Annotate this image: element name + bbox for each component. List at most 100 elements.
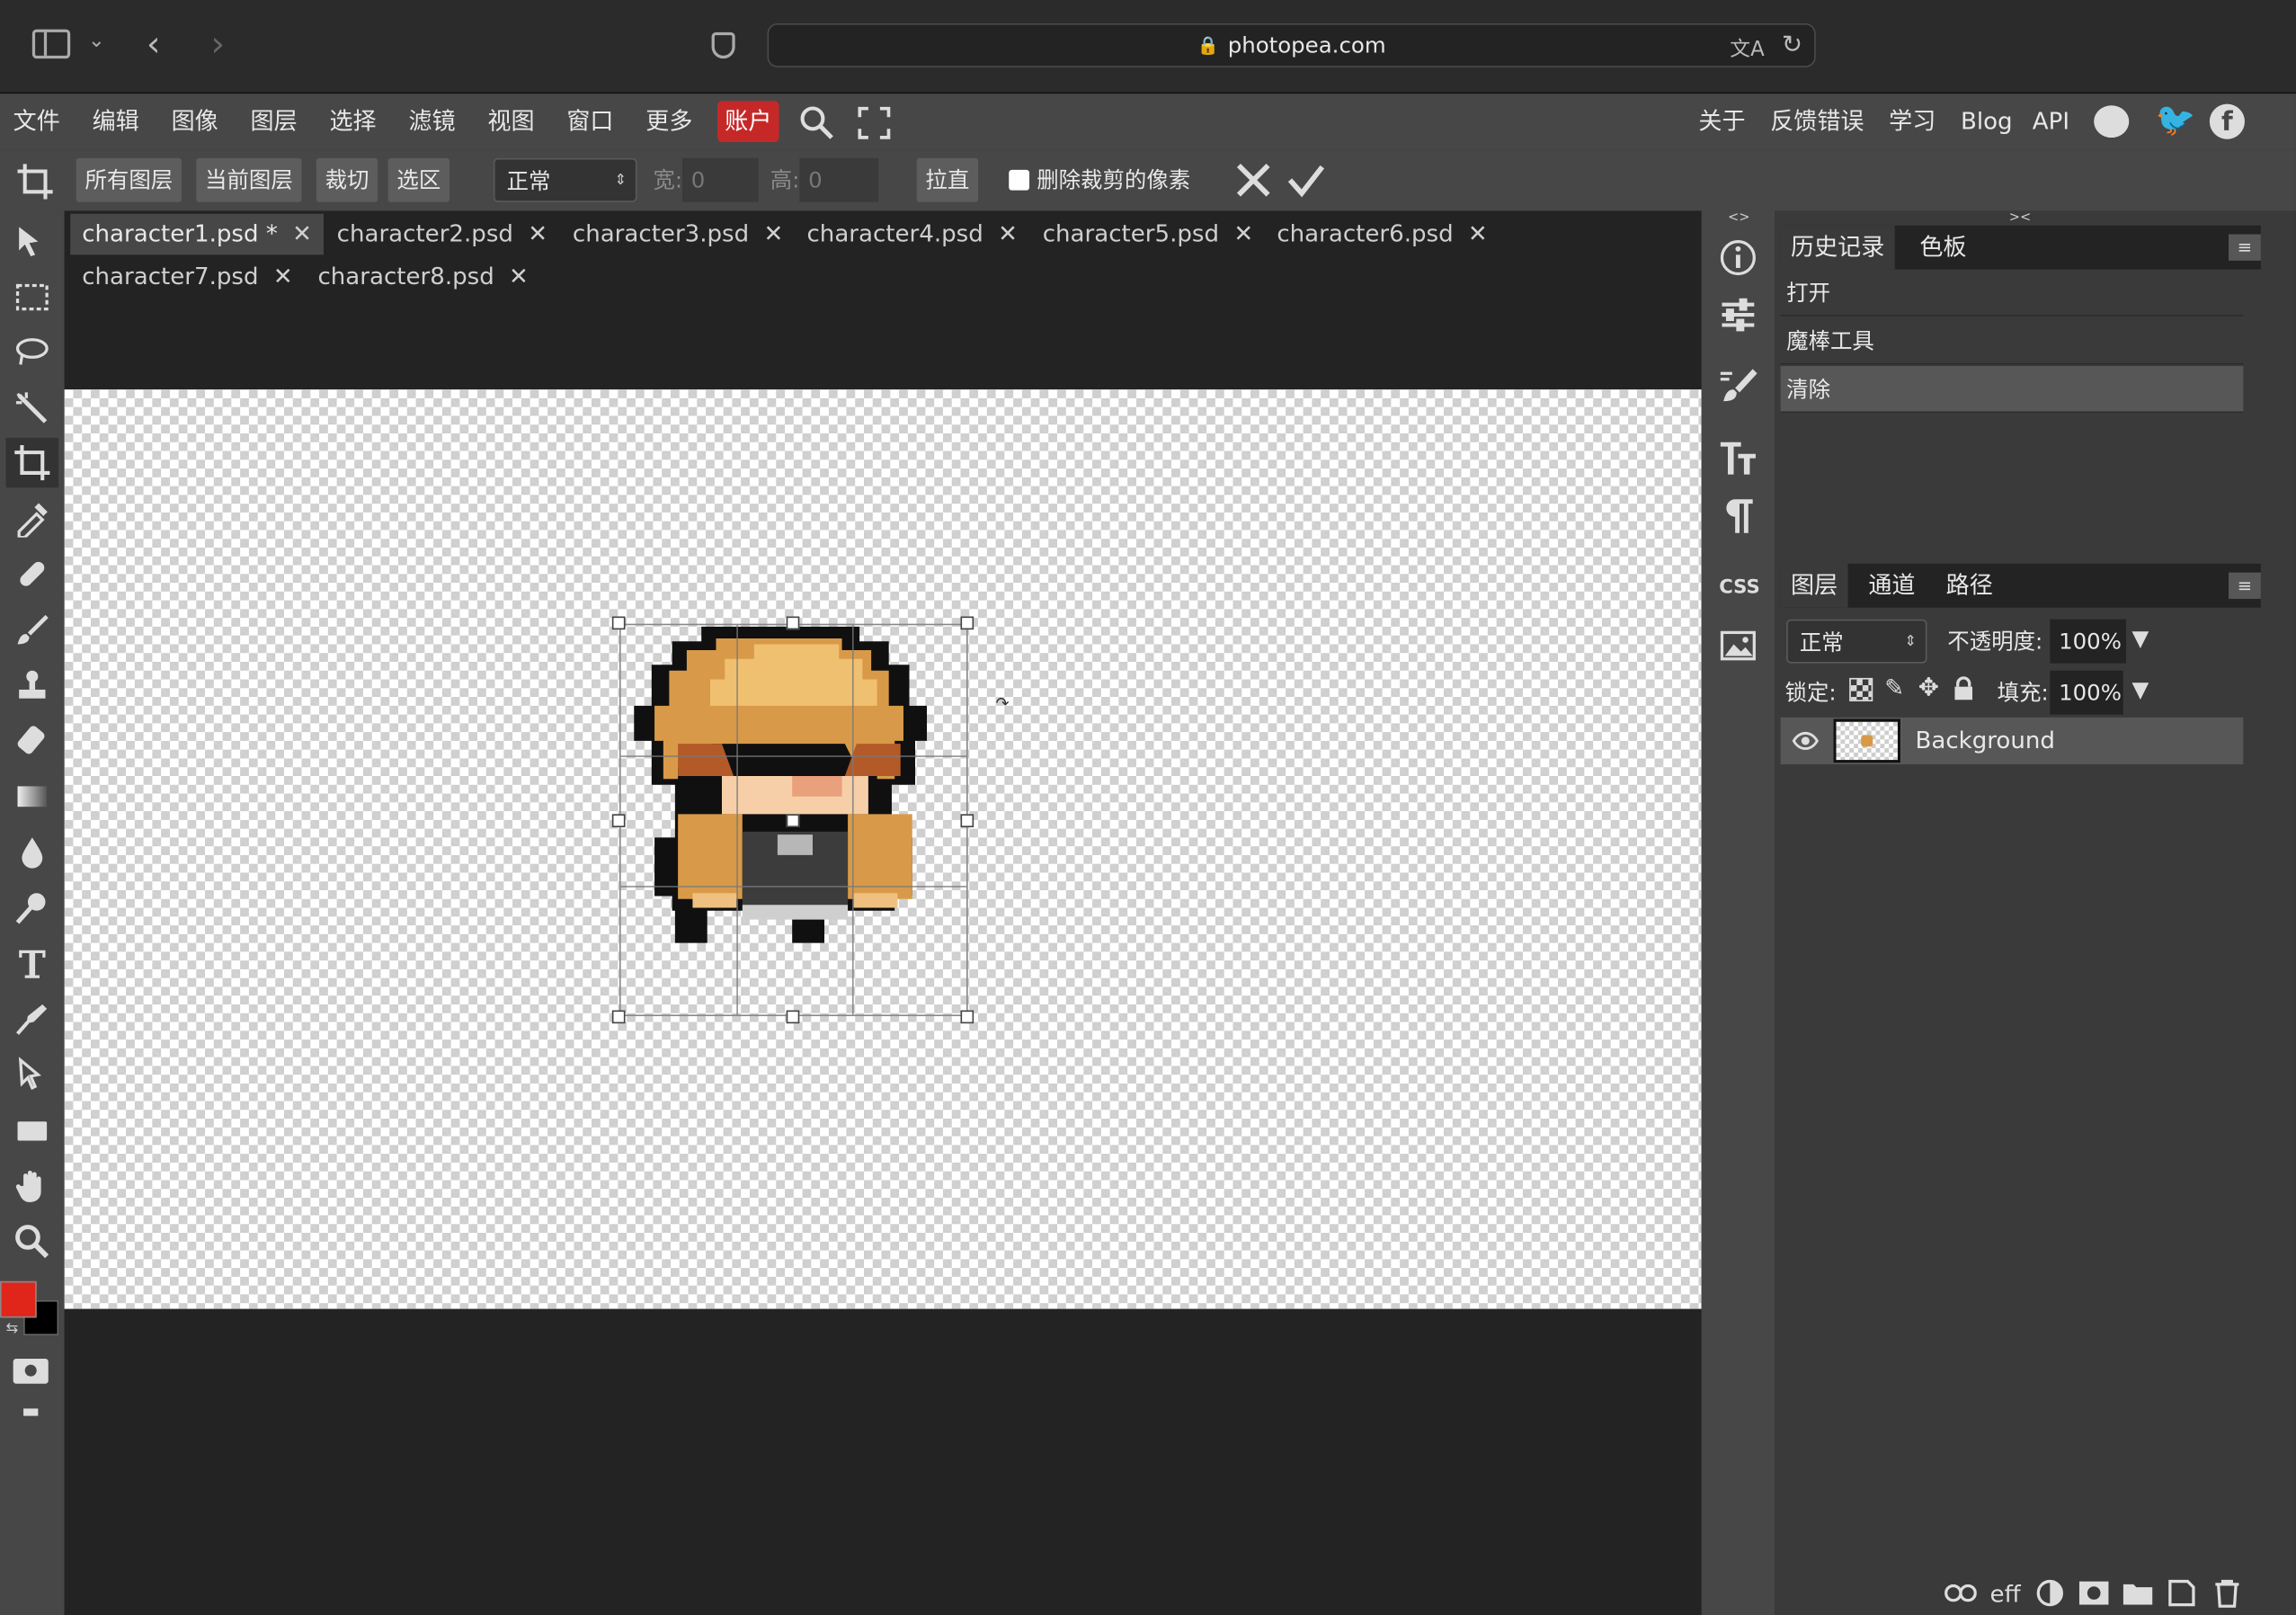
path-selection-tool-icon[interactable]: [6, 1049, 59, 1099]
tab-channels[interactable]: 通道: [1858, 564, 1926, 608]
history-item-magic-wand[interactable]: 魔棒工具: [1780, 317, 2244, 365]
history-item-open[interactable]: 打开: [1780, 270, 2244, 317]
tab-character1[interactable]: character1.psd * ✕: [70, 213, 325, 255]
tab-history[interactable]: 历史记录: [1780, 225, 1895, 270]
quick-mask-icon[interactable]: [13, 1359, 49, 1384]
menu-filter[interactable]: 滤镜: [408, 94, 455, 149]
type-tool-icon[interactable]: [6, 939, 59, 988]
translate-icon[interactable]: 文A: [1730, 33, 1764, 63]
css-icon[interactable]: CSS: [1719, 577, 1760, 599]
trim-button[interactable]: 裁切: [316, 157, 378, 202]
history-item-clear[interactable]: 清除: [1780, 366, 2244, 414]
image-icon[interactable]: [1716, 624, 1760, 668]
delete-layer-icon[interactable]: [2214, 1575, 2240, 1611]
twitter-icon[interactable]: 🐦: [2156, 103, 2196, 139]
chevron-down-icon[interactable]: ⌄: [88, 30, 105, 53]
move-tool-icon[interactable]: [6, 217, 59, 266]
tab-character3[interactable]: character3.psd ✕: [561, 214, 796, 255]
tab-character7[interactable]: character7.psd ✕: [70, 256, 305, 298]
forward-icon[interactable]: ›: [211, 23, 226, 65]
brush-settings-icon[interactable]: [1716, 363, 1760, 407]
sidebar-toggle-icon[interactable]: [31, 29, 71, 59]
lock-transparency-icon[interactable]: [1849, 677, 1873, 701]
crop-handle[interactable]: [960, 814, 974, 827]
crop-mode-select[interactable]: 正常 ⇕: [493, 157, 637, 202]
reload-icon[interactable]: ↻: [1782, 31, 1802, 60]
menu-learn[interactable]: 学习: [1889, 94, 1936, 149]
tab-character8[interactable]: character8.psd ✕: [306, 256, 540, 298]
blur-tool-icon[interactable]: [6, 827, 59, 877]
gradient-tool-icon[interactable]: [6, 772, 59, 821]
menu-about[interactable]: 关于: [1698, 94, 1745, 149]
menu-more[interactable]: 更多: [645, 94, 692, 149]
search-icon[interactable]: [799, 105, 834, 140]
close-icon[interactable]: ✕: [998, 219, 1018, 247]
magic-wand-tool-icon[interactable]: [6, 384, 59, 433]
info-icon[interactable]: [1716, 236, 1760, 280]
cancel-crop-icon[interactable]: [1236, 163, 1271, 198]
panel-menu-icon[interactable]: ≡: [2229, 234, 2261, 261]
clone-stamp-tool-icon[interactable]: [6, 660, 59, 709]
crop-tool-icon[interactable]: [5, 437, 59, 488]
folder-icon[interactable]: [2122, 1575, 2153, 1611]
tab-swatches[interactable]: 色板: [1909, 226, 1977, 270]
lock-all-icon[interactable]: [1953, 676, 1974, 700]
healing-brush-tool-icon[interactable]: [6, 549, 59, 599]
menu-window[interactable]: 窗口: [566, 94, 613, 149]
character-panel-icon[interactable]: [1716, 436, 1760, 480]
eraser-tool-icon[interactable]: [6, 716, 59, 765]
commit-crop-icon[interactable]: [1287, 163, 1325, 198]
adjustments-icon[interactable]: [1716, 293, 1760, 337]
height-input[interactable]: 0: [799, 157, 879, 202]
tab-character2[interactable]: character2.psd ✕: [325, 214, 560, 255]
link-layers-icon[interactable]: [1944, 1575, 1977, 1611]
menu-layer[interactable]: 图层: [251, 94, 298, 149]
rectangle-tool-icon[interactable]: [6, 1105, 59, 1155]
menu-view[interactable]: 视图: [487, 94, 534, 149]
crop-handle[interactable]: [611, 1010, 626, 1024]
crop-handle[interactable]: [786, 1010, 800, 1024]
collapse-icon[interactable]: <>: [1728, 210, 1750, 225]
tab-character5[interactable]: character5.psd ✕: [1031, 214, 1266, 255]
lock-pixels-icon[interactable]: ✎: [1884, 674, 1904, 701]
address-bar[interactable]: 🔒 photopea.com 文A ↻: [767, 23, 1816, 67]
menu-image[interactable]: 图像: [172, 94, 218, 149]
straighten-button[interactable]: 拉直: [916, 157, 979, 202]
screen-mode-icon[interactable]: [23, 1408, 39, 1416]
new-layer-icon[interactable]: [2167, 1575, 2197, 1611]
adjustment-layer-icon[interactable]: [2035, 1575, 2065, 1611]
lock-position-icon[interactable]: ✥: [1918, 674, 1939, 703]
zoom-tool-icon[interactable]: [6, 1217, 59, 1266]
layer-mask-icon[interactable]: [2078, 1575, 2109, 1611]
menu-file[interactable]: 文件: [13, 94, 60, 149]
fill-dropdown-icon[interactable]: ▼: [2132, 676, 2149, 702]
opacity-dropdown-icon[interactable]: ▼: [2132, 625, 2149, 651]
tab-character6[interactable]: character6.psd ✕: [1265, 214, 1500, 255]
hand-tool-icon[interactable]: [6, 1161, 59, 1210]
dodge-tool-icon[interactable]: [6, 883, 59, 932]
menu-blog[interactable]: Blog: [1961, 94, 2013, 149]
current-layer-button[interactable]: 当前图层: [196, 157, 302, 202]
crop-handle[interactable]: [786, 814, 800, 827]
menu-report-bug[interactable]: 反馈错误: [1770, 94, 1864, 149]
fullscreen-icon[interactable]: [858, 106, 891, 140]
panel-menu-icon[interactable]: ≡: [2229, 572, 2261, 599]
eye-icon[interactable]: [1792, 729, 1820, 750]
crop-handle[interactable]: [786, 616, 800, 630]
all-layers-button[interactable]: 所有图层: [76, 157, 182, 202]
fill-input[interactable]: 100%: [2050, 670, 2123, 715]
close-icon[interactable]: ✕: [1233, 219, 1253, 247]
crop-handle[interactable]: [611, 814, 626, 827]
menu-edit[interactable]: 编辑: [93, 94, 139, 149]
crop-handle[interactable]: [960, 1010, 974, 1024]
menu-api[interactable]: API: [2033, 94, 2069, 149]
close-icon[interactable]: ✕: [528, 219, 547, 247]
menu-account[interactable]: 账户: [717, 101, 779, 142]
close-icon[interactable]: ✕: [509, 262, 529, 290]
reddit-icon[interactable]: [2094, 105, 2130, 138]
opacity-input[interactable]: 100%: [2050, 619, 2127, 664]
width-input[interactable]: 0: [682, 157, 759, 202]
back-icon[interactable]: ‹: [147, 23, 161, 65]
delete-cropped-pixels-checkbox[interactable]: [1009, 169, 1030, 191]
close-icon[interactable]: ✕: [292, 219, 312, 247]
